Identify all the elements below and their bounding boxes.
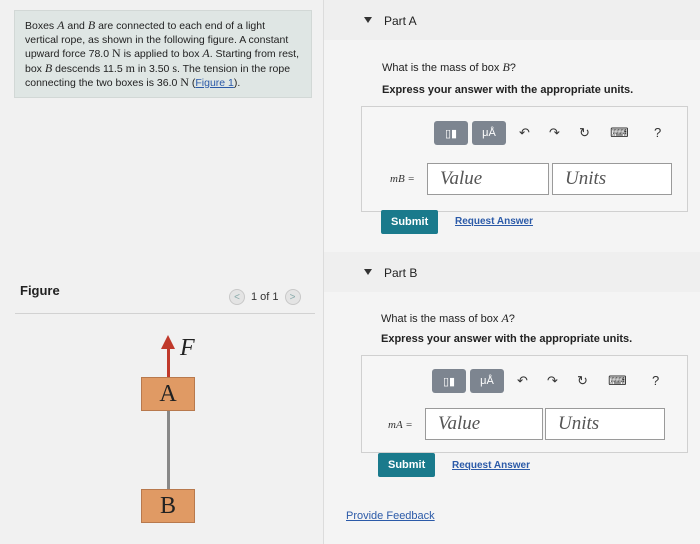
help-icon[interactable]: ? — [652, 373, 659, 388]
part-b-variable-label: mA = — [388, 419, 413, 431]
part-b-header[interactable]: Part B — [324, 252, 700, 292]
rope — [167, 411, 170, 489]
text: What is the mass of box — [381, 313, 502, 325]
part-a-submit-button[interactable]: Submit — [381, 210, 439, 234]
keyboard-icon[interactable]: ⌨ — [608, 373, 627, 389]
part-b-units-input[interactable]: Units — [545, 408, 665, 440]
distance-value: 11.5 — [103, 62, 123, 75]
reset-icon[interactable]: ↻ — [579, 125, 590, 141]
text: and — [64, 20, 88, 32]
matrix-template-button[interactable]: ▯▮ — [432, 369, 466, 393]
part-a-variable-label: mB = — [390, 173, 415, 185]
part-b-request-answer-link[interactable]: Request Answer — [452, 460, 530, 471]
units-template-button[interactable]: μÅ — [470, 369, 504, 393]
part-a-request-answer-link[interactable]: Request Answer — [455, 216, 533, 227]
part-a-units-input[interactable]: Units — [552, 163, 672, 195]
figure-page-indicator: 1 of 1 — [251, 291, 279, 303]
part-a-answer-card: ▯▮ μÅ ↶ ↷ ↻ ⌨ ? mB = Value Units — [361, 106, 688, 212]
text: is applied to box — [120, 48, 203, 60]
redo-icon[interactable]: ↷ — [549, 125, 560, 141]
unit-m: m — [125, 60, 135, 75]
next-figure-button[interactable]: > — [284, 289, 301, 305]
part-a-question: What is the mass of box B? — [382, 60, 516, 75]
part-b-instruction: Express your answer with the appropriate… — [381, 333, 633, 345]
prev-figure-button[interactable]: < — [229, 289, 245, 305]
reset-icon[interactable]: ↻ — [577, 373, 588, 389]
box-b: B — [141, 489, 195, 523]
var: B — [502, 60, 510, 74]
figure-diagram: F A B — [125, 325, 255, 535]
caret-down-icon — [364, 17, 372, 23]
part-b-question: What is the mass of box A? — [381, 311, 515, 326]
keyboard-icon[interactable]: ⌨ — [610, 125, 629, 141]
undo-icon[interactable]: ↶ — [517, 373, 528, 389]
box-a: A — [141, 377, 195, 411]
force-value: 78.0 — [88, 48, 110, 60]
redo-icon[interactable]: ↷ — [547, 373, 558, 389]
figure-link[interactable]: Figure 1 — [195, 77, 234, 89]
part-b-title: Part B — [384, 266, 418, 280]
problem-panel: Boxes A and B are connected to each end … — [0, 0, 323, 544]
part-b-value-input[interactable]: Value — [425, 408, 543, 440]
text: ? — [509, 62, 516, 74]
var-a: A — [202, 46, 210, 60]
provide-feedback-link[interactable]: Provide Feedback — [346, 510, 435, 522]
force-arrow-shaft — [167, 347, 170, 377]
force-label: F — [180, 335, 195, 361]
time-value: 3.50 — [148, 62, 170, 75]
part-a-title: Part A — [384, 14, 417, 28]
answer-panel: Part A What is the mass of box B? Expres… — [323, 0, 700, 544]
caret-down-icon — [364, 269, 372, 275]
units-template-button[interactable]: μÅ — [472, 121, 506, 145]
text: ? — [508, 313, 515, 325]
text: descends — [52, 62, 103, 75]
part-a-instruction: Express your answer with the appropriate… — [382, 84, 634, 96]
text: ). — [233, 77, 241, 89]
part-a-header[interactable]: Part A — [324, 0, 700, 40]
part-b-submit-button[interactable]: Submit — [378, 453, 436, 477]
text: in — [134, 62, 149, 75]
var: A — [501, 311, 509, 325]
unit-n: N — [111, 46, 121, 60]
help-icon[interactable]: ? — [654, 125, 661, 140]
figure-pager: < 1 of 1 > — [229, 288, 301, 306]
matrix-template-button[interactable]: ▯▮ — [434, 121, 468, 145]
divider — [15, 313, 315, 314]
unit-n: N — [180, 75, 189, 89]
figure-label: Figure — [20, 283, 60, 298]
part-a-value-input[interactable]: Value — [427, 163, 549, 195]
text: Boxes — [25, 20, 58, 32]
undo-icon[interactable]: ↶ — [519, 125, 530, 141]
part-b-answer-card: ▯▮ μÅ ↶ ↷ ↻ ⌨ ? mA = Value Units — [361, 355, 688, 453]
problem-statement: Boxes A and B are connected to each end … — [14, 10, 312, 98]
tension-value: 36.0 — [156, 77, 178, 89]
text: What is the mass of box — [382, 62, 503, 74]
